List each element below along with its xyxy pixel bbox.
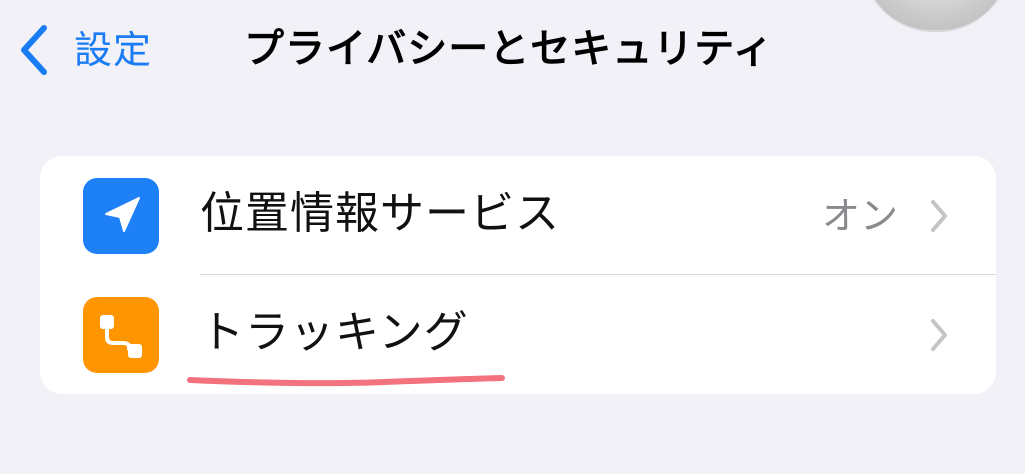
back-button[interactable]: 設定 bbox=[18, 22, 152, 78]
chevron-right-icon bbox=[931, 319, 947, 351]
tracking-icon-tile bbox=[83, 297, 159, 373]
back-button-label: 設定 bbox=[74, 28, 153, 72]
settings-row-label: 位置情報サービス bbox=[200, 188, 560, 239]
tracking-icon bbox=[100, 315, 142, 358]
annotation-underline bbox=[187, 375, 505, 387]
settings-row-location-services[interactable]: 位置情報サービス オン bbox=[40, 156, 996, 274]
settings-row-label: トラッキング bbox=[200, 307, 469, 358]
chevron-left-icon bbox=[21, 25, 47, 75]
chevron-right-icon bbox=[931, 200, 947, 232]
navigation-bar: 設定 プライバシーとセキュリティ bbox=[0, 0, 1025, 100]
location-arrow-icon bbox=[105, 197, 140, 232]
page-title: プライバシーとセキュリティ bbox=[244, 26, 774, 72]
settings-group: 位置情報サービス オン トラッキング bbox=[40, 156, 996, 394]
settings-row-value: オン bbox=[821, 194, 898, 238]
location-services-icon-tile bbox=[83, 178, 159, 254]
